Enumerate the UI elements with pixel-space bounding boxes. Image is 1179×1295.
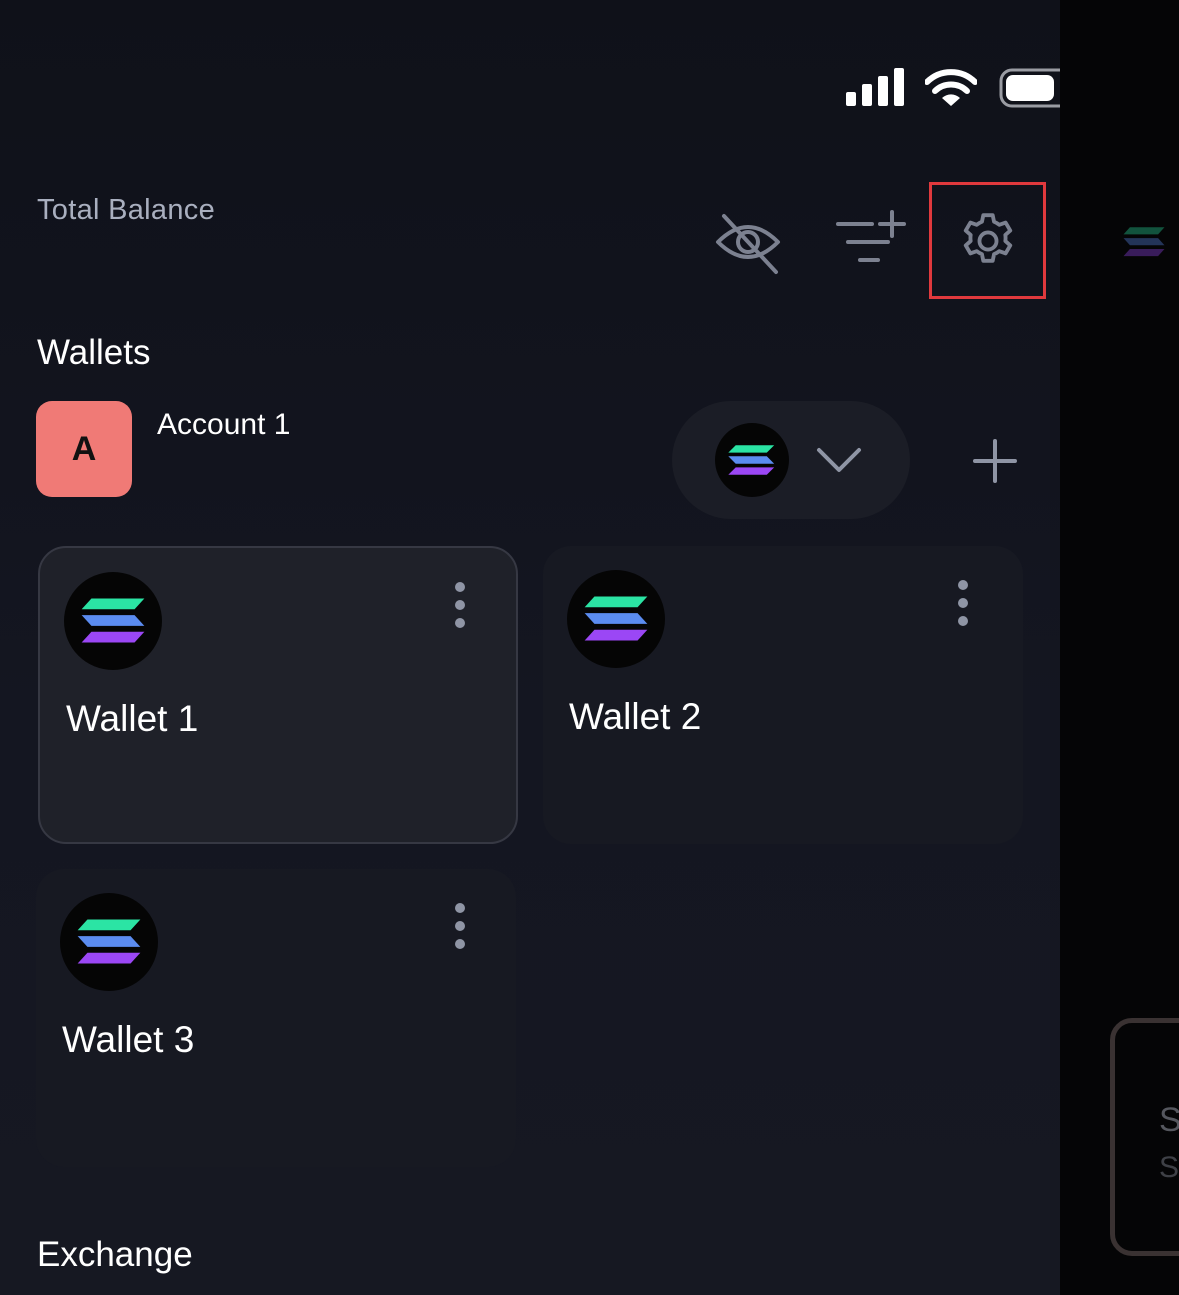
solana-logo-icon: [1123, 227, 1165, 257]
gear-icon: [963, 212, 1012, 263]
more-options-icon[interactable]: [448, 903, 472, 957]
more-options-icon[interactable]: [448, 582, 472, 636]
solana-logo-icon: [64, 572, 162, 670]
settings-button[interactable]: [929, 182, 1046, 299]
adjacent-card-peek: S S: [1110, 1018, 1179, 1256]
chain-selector[interactable]: [672, 401, 910, 519]
app-screen: Total Balance Wallets A Account 1 Wallet…: [0, 0, 1080, 1295]
avatar-letter: A: [71, 429, 97, 468]
wallet-name: Wallet 1: [66, 698, 199, 739]
peek-text-1: S: [1159, 1101, 1179, 1139]
signal-icon: [846, 68, 906, 106]
total-balance-label: Total Balance: [37, 194, 216, 226]
solana-logo-icon: [60, 893, 158, 991]
wallet-name: Wallet 2: [569, 696, 702, 737]
wallets-title: Wallets: [37, 333, 151, 372]
add-wallet-button[interactable]: [960, 425, 1030, 495]
wallet-name: Wallet 3: [62, 1019, 195, 1060]
chevron-down-icon: [817, 448, 861, 472]
account-avatar[interactable]: A: [36, 401, 132, 497]
more-options-icon[interactable]: [951, 580, 975, 634]
wallet-card-3[interactable]: Wallet 3: [36, 869, 516, 1167]
eye-off-icon[interactable]: [708, 202, 788, 282]
solana-logo-icon: [715, 423, 789, 497]
filter-add-icon[interactable]: [830, 202, 910, 282]
wifi-icon: [925, 69, 977, 106]
solana-logo-icon: [567, 570, 665, 668]
account-name[interactable]: Account 1: [157, 408, 290, 442]
wallet-card-2[interactable]: Wallet 2: [543, 546, 1023, 844]
peek-text-2: S: [1159, 1151, 1179, 1184]
exchange-title: Exchange: [37, 1235, 193, 1274]
wallet-card-1[interactable]: Wallet 1: [38, 546, 518, 844]
